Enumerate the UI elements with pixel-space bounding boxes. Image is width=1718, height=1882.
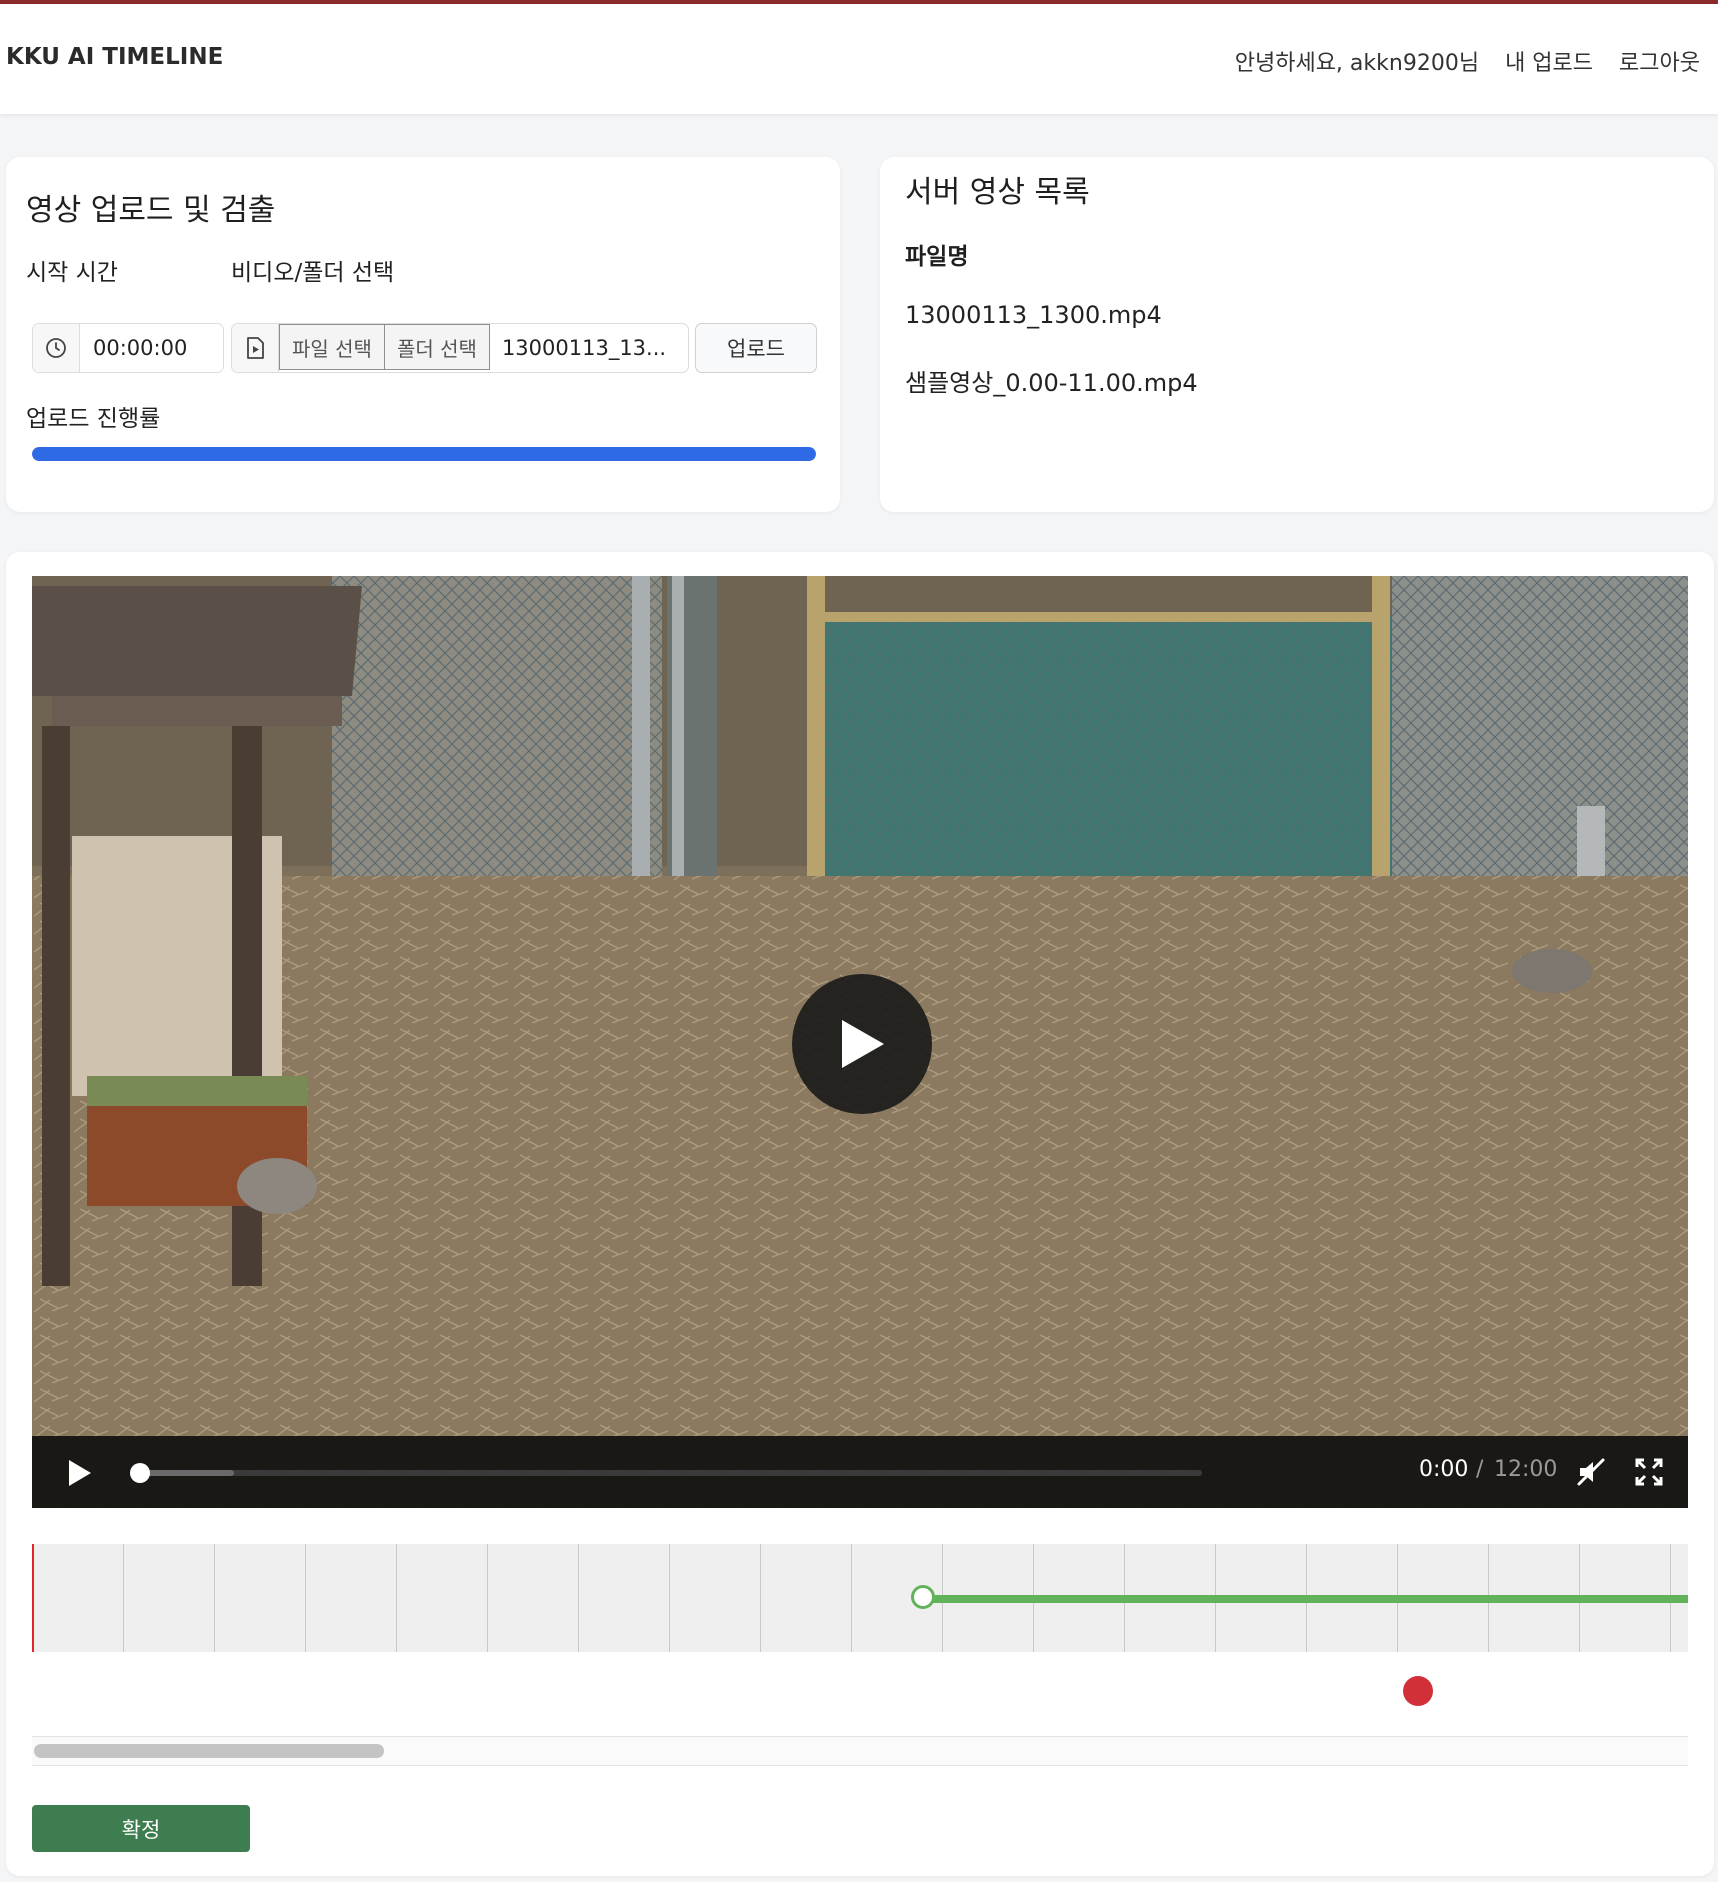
timeline-tick — [851, 1544, 852, 1652]
seek-thumb[interactable] — [130, 1463, 150, 1483]
server-file-item[interactable]: 샘플영상_0.00-11.00.mp4 — [905, 363, 1198, 398]
video-controls-bar: 0:00 / 12:00 — [32, 1436, 1688, 1508]
video-player-card: 0:00 / 12:00 확정 — [6, 552, 1714, 1876]
segment-start-handle[interactable] — [910, 1585, 935, 1609]
logout-link[interactable]: 로그아웃 — [1619, 45, 1700, 77]
start-time-input[interactable] — [80, 324, 215, 372]
time-separator: / — [1476, 1457, 1484, 1482]
timeline-tick — [487, 1544, 488, 1652]
upload-card: 영상 업로드 및 검출 시작 시간 비디오/폴더 선택 파일 선택 폴더 선택 … — [6, 157, 840, 512]
detection-marker[interactable] — [1403, 1676, 1434, 1706]
nav-links: 안녕하세요, akkn9200님 내 업로드 로그아웃 — [1235, 45, 1700, 77]
timeline-tick — [396, 1544, 397, 1652]
upload-progress-label: 업로드 진행률 — [26, 406, 161, 432]
file-select-group: 파일 선택 폴더 선택 13000113_13... — [231, 323, 689, 373]
current-time: 0:00 — [1419, 1457, 1469, 1482]
timeline-scrollbar-thumb[interactable] — [34, 1744, 384, 1758]
file-select-button[interactable]: 파일 선택 — [279, 324, 385, 370]
detection-segment[interactable] — [922, 1595, 1688, 1603]
server-video-list-card: 서버 영상 목록 파일명 13000113_1300.mp4 샘플영상_0.00… — [880, 157, 1714, 512]
server-file-item[interactable]: 13000113_1300.mp4 — [905, 301, 1162, 329]
filename-column-header: 파일명 — [905, 244, 969, 270]
timeline-scrollbar[interactable] — [32, 1736, 1688, 1766]
seek-bar[interactable] — [130, 1463, 1202, 1483]
timeline-tick — [578, 1544, 579, 1652]
confirm-button[interactable]: 확정 — [32, 1805, 250, 1852]
timeline-tick — [760, 1544, 761, 1652]
my-uploads-link[interactable]: 내 업로드 — [1505, 45, 1593, 77]
mute-icon[interactable] — [1575, 1456, 1607, 1488]
timeline-tick — [669, 1544, 670, 1652]
video-file-icon — [232, 324, 279, 372]
clock-icon — [33, 324, 80, 372]
upload-button[interactable]: 업로드 — [695, 323, 817, 373]
user-greeting: 안녕하세요, akkn9200님 — [1234, 51, 1480, 76]
fullscreen-icon[interactable] — [1633, 1456, 1665, 1488]
video-player[interactable]: 0:00 / 12:00 — [32, 576, 1688, 1508]
folder-select-button[interactable]: 폴더 선택 — [384, 324, 490, 370]
play-icon[interactable] — [64, 1458, 94, 1488]
timeline-tick — [214, 1544, 215, 1652]
source-select-label: 비디오/폴더 선택 — [231, 260, 395, 286]
play-icon — [842, 1020, 884, 1068]
server-list-title: 서버 영상 목록 — [905, 175, 1090, 210]
timeline-playhead[interactable] — [32, 1544, 34, 1652]
start-time-input-group — [32, 323, 224, 373]
upload-progress-bar — [32, 447, 816, 461]
total-time: 12:00 — [1494, 1457, 1558, 1482]
timeline-tick — [305, 1544, 306, 1652]
big-play-button[interactable] — [792, 974, 932, 1114]
navbar: KKU AI TIMELINE 안녕하세요, akkn9200님 내 업로드 로… — [0, 4, 1718, 114]
timeline-tick — [123, 1544, 124, 1652]
upload-card-title: 영상 업로드 및 검출 — [26, 193, 276, 228]
brand-logo[interactable]: KKU AI TIMELINE — [6, 44, 223, 70]
selected-file-name: 13000113_13... — [501, 336, 667, 360]
start-time-label: 시작 시간 — [26, 260, 118, 286]
detection-timeline[interactable] — [32, 1544, 1688, 1652]
upload-progress-fill — [32, 447, 816, 461]
